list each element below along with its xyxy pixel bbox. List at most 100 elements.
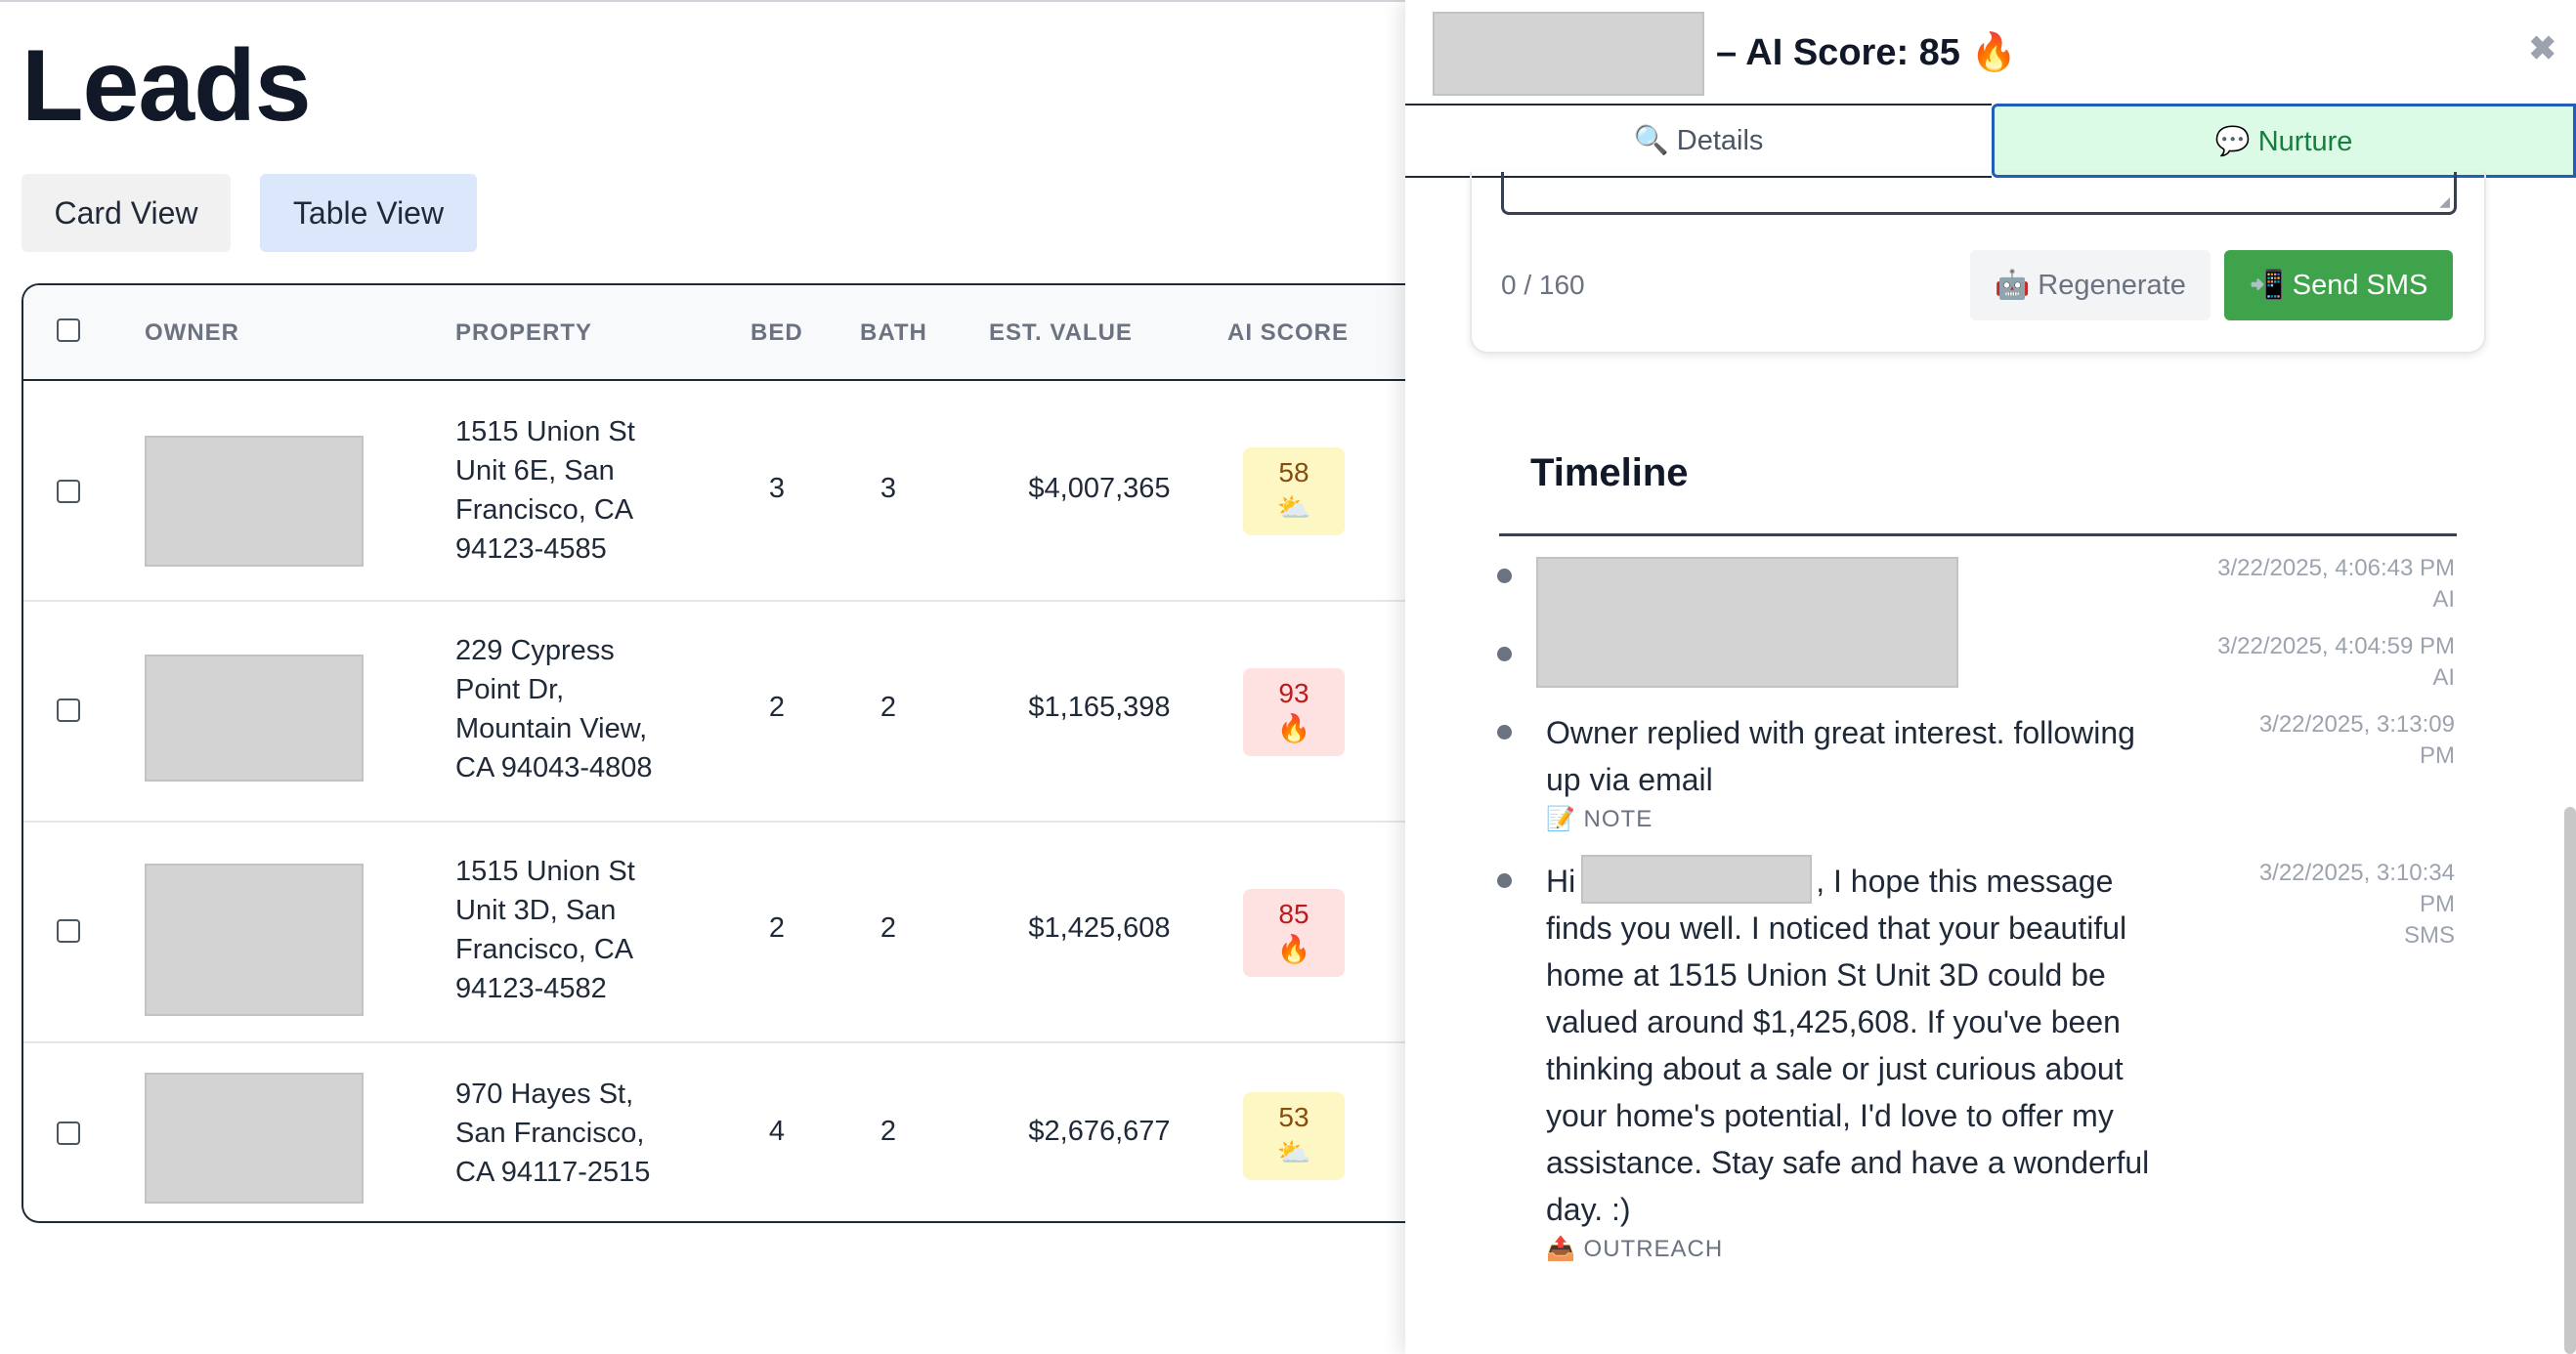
sms-textarea[interactable]: ◢ <box>1501 172 2457 215</box>
text-line: Owner replied with great interest. follo… <box>1546 715 2135 750</box>
property-address: 970 Hayes St, San Francisco, CA 94117-25… <box>455 1075 690 1192</box>
bath-count: 2 <box>880 912 897 944</box>
address-line: Point Dr, <box>455 674 565 705</box>
character-counter: 0 / 160 <box>1501 270 1585 300</box>
table-row[interactable]: 229 Cypress Point Dr, Mountain View, CA … <box>23 602 1419 823</box>
row-checkbox[interactable] <box>57 480 80 503</box>
recipient-name-redacted <box>1581 854 1813 904</box>
tab-details[interactable]: 🔍 Details <box>1405 104 1992 178</box>
timestamp-source: AI <box>2432 586 2455 613</box>
property-address: 1515 Union St Unit 6E, San Francisco, CA… <box>455 412 690 569</box>
column-header-bath[interactable]: BATH <box>860 285 927 381</box>
property-address: 1515 Union St Unit 3D, San Francisco, CA… <box>455 852 690 1008</box>
owner-redacted <box>145 864 364 1016</box>
timeline-timestamp: 3/22/2025, 3:13:09 PM <box>2181 709 2455 772</box>
close-icon[interactable]: ✖ <box>2529 29 2557 68</box>
timeline-title: Timeline <box>1530 451 1689 494</box>
text-line: up via email <box>1546 762 1713 797</box>
drawer-title: – AI Score: 85 🔥 <box>1716 32 2017 73</box>
address-line: San Francisco, <box>455 1118 645 1149</box>
page-title: Leads <box>21 29 312 143</box>
sun-cloud-icon: ⛅ <box>1276 492 1311 523</box>
lead-detail-drawer: – AI Score: 85 🔥 ✖ 🔍 Details 💬 Nurture ◢… <box>1405 0 2576 1354</box>
ai-score-badge: 85 🔥 <box>1243 889 1345 977</box>
text-line: assistance. Stay safe and have a wonderf… <box>1546 1145 2150 1180</box>
fire-icon: 🔥 <box>1276 934 1311 964</box>
bullet-icon <box>1497 873 1512 888</box>
est-value: $2,676,677 <box>1028 1116 1171 1147</box>
send-sms-button[interactable]: 📲 Send SMS <box>2224 250 2453 320</box>
bath-count: 3 <box>880 473 897 504</box>
bullet-icon <box>1497 725 1512 740</box>
timestamp-source: AI <box>2432 664 2455 691</box>
timestamp-line: PM <box>2420 891 2455 917</box>
fire-icon: 🔥 <box>1276 713 1311 743</box>
bath-count: 2 <box>880 692 897 723</box>
column-header-property[interactable]: PROPERTY <box>455 285 592 381</box>
column-header-ai-score[interactable]: AI SCORE <box>1227 285 1349 381</box>
text-line: home at 1515 Union St Unit 3D could be <box>1546 957 2106 993</box>
timeline-timestamp: 3/22/2025, 3:10:34 PM SMS <box>2181 858 2455 952</box>
address-line: 229 Cypress <box>455 635 615 666</box>
est-value: $1,165,398 <box>1028 692 1171 723</box>
address-line: Francisco, CA <box>455 934 634 965</box>
bullet-icon <box>1497 569 1512 583</box>
resize-handle-icon[interactable]: ◢ <box>2439 193 2450 210</box>
lead-name-redacted <box>1433 12 1704 96</box>
ai-score-value: 53 <box>1278 1102 1309 1132</box>
ai-score-badge: 93 🔥 <box>1243 668 1345 756</box>
column-header-bed[interactable]: BED <box>751 285 803 381</box>
address-line: 1515 Union St <box>455 856 635 887</box>
timeline-timestamp: 3/22/2025, 4:04:59 PM AI <box>2181 631 2455 694</box>
timestamp-line: 3/22/2025, 3:13:09 <box>2258 711 2455 738</box>
text-line: day. :) <box>1546 1192 1631 1227</box>
address-line: Francisco, CA <box>455 494 634 526</box>
timestamp-line: 3/22/2025, 4:04:59 PM <box>2217 633 2455 659</box>
greeting: Hi <box>1546 864 1576 899</box>
owner-redacted <box>145 1073 364 1204</box>
property-address: 229 Cypress Point Dr, Mountain View, CA … <box>455 631 690 787</box>
select-all-checkbox[interactable] <box>57 318 80 342</box>
bullet-icon <box>1497 647 1512 661</box>
text-line: thinking about a sale or just curious ab… <box>1546 1051 2124 1086</box>
sun-cloud-icon: ⛅ <box>1276 1137 1311 1167</box>
outreach-tag: 📤 OUTREACH <box>1546 1236 1724 1262</box>
bed-count: 2 <box>768 692 786 723</box>
tab-nurture[interactable]: 💬 Nurture <box>1992 104 2576 178</box>
ai-score-badge: 58 ⛅ <box>1243 447 1345 535</box>
bed-count: 2 <box>768 912 786 944</box>
table-header: OWNER PROPERTY BED BATH EST. VALUE AI SC… <box>23 285 1419 381</box>
address-line: 94123-4582 <box>455 973 607 1004</box>
drawer-tabs: 🔍 Details 💬 Nurture <box>1405 104 2576 178</box>
est-value: $1,425,608 <box>1028 912 1171 944</box>
row-checkbox[interactable] <box>57 919 80 943</box>
timestamp-line: PM <box>2420 742 2455 769</box>
timeline-timestamp: 3/22/2025, 4:06:43 PM AI <box>2181 553 2455 615</box>
table-row[interactable]: 1515 Union St Unit 6E, San Francisco, CA… <box>23 381 1419 602</box>
timeline-note-text: Owner replied with great interest. follo… <box>1546 709 2171 803</box>
address-line: CA 94043-4808 <box>455 752 653 783</box>
timestamp-source: SMS <box>2403 922 2455 949</box>
column-header-est-value[interactable]: EST. VALUE <box>989 285 1133 381</box>
scrollbar[interactable] <box>2564 807 2576 1354</box>
greeting-rest: , I hope this message <box>1816 864 2114 899</box>
regenerate-button[interactable]: 🤖 Regenerate <box>1970 250 2211 320</box>
table-row[interactable]: 1515 Union St Unit 3D, San Francisco, CA… <box>23 823 1419 1043</box>
timeline-divider <box>1499 533 2457 536</box>
text-line: your home's potential, I'd love to offer… <box>1546 1098 2114 1133</box>
est-value: $4,007,365 <box>1028 473 1171 504</box>
row-checbox[interactable] <box>57 1121 80 1145</box>
bed-count: 3 <box>768 473 786 504</box>
bed-count: 4 <box>768 1116 786 1147</box>
address-line: 94123-4585 <box>455 533 607 565</box>
card-view-button[interactable]: Card View <box>21 174 231 252</box>
note-tag: 📝 NOTE <box>1546 806 1653 832</box>
table-row[interactable]: 970 Hayes St, San Francisco, CA 94117-25… <box>23 1043 1419 1221</box>
address-line: CA 94117-2515 <box>455 1157 651 1188</box>
row-checkbox[interactable] <box>57 698 80 722</box>
text-line: Hi , I hope this message <box>1546 854 2171 905</box>
column-header-owner[interactable]: OWNER <box>145 285 239 381</box>
table-view-button[interactable]: Table View <box>260 174 477 252</box>
bath-count: 2 <box>880 1116 897 1147</box>
timestamp-line: 3/22/2025, 3:10:34 <box>2258 860 2455 886</box>
